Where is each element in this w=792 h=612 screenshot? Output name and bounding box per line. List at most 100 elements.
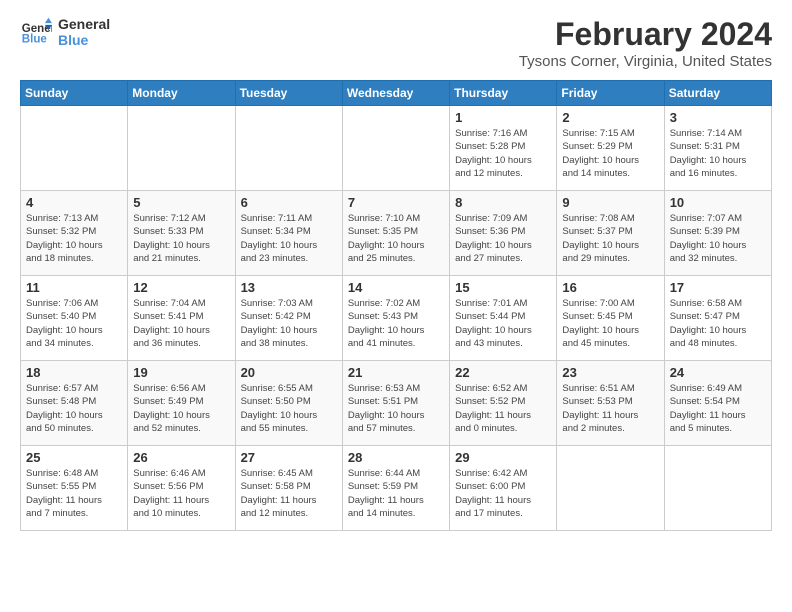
day-number: 9 [562, 195, 658, 210]
day-info: Sunrise: 6:51 AMSunset: 5:53 PMDaylight:… [562, 382, 658, 435]
day-info: Sunrise: 6:56 AMSunset: 5:49 PMDaylight:… [133, 382, 229, 435]
day-info: Sunrise: 7:11 AMSunset: 5:34 PMDaylight:… [241, 212, 337, 265]
day-info: Sunrise: 7:08 AMSunset: 5:37 PMDaylight:… [562, 212, 658, 265]
weekday-header-monday: Monday [128, 81, 235, 106]
day-info: Sunrise: 7:00 AMSunset: 5:45 PMDaylight:… [562, 297, 658, 350]
main-title: February 2024 [519, 16, 772, 53]
day-number: 8 [455, 195, 551, 210]
calendar-cell: 10Sunrise: 7:07 AMSunset: 5:39 PMDayligh… [664, 191, 771, 276]
calendar-body: 1Sunrise: 7:16 AMSunset: 5:28 PMDaylight… [21, 106, 772, 531]
calendar-cell: 4 Sunrise: 7:13 AMSunset: 5:32 PMDaylight… [21, 191, 128, 276]
day-number: 25 [26, 450, 122, 465]
day-info: Sunrise: 7:06 AMSunset: 5:40 PMDaylight:… [26, 297, 122, 350]
day-info: Sunrise: 6:46 AMSunset: 5:56 PMDaylight:… [133, 467, 229, 520]
calendar-cell: 15 Sunrise: 7:01 AMSunset: 5:44 PMDayligh… [450, 276, 557, 361]
logo-blue: Blue [58, 32, 110, 48]
day-info: Sunrise: 7:03 AMSunset: 5:42 PMDaylight:… [241, 297, 337, 350]
day-info: Sunrise: 7:02 AMSunset: 5:43 PMDaylight:… [348, 297, 444, 350]
day-number: 24 [670, 365, 766, 380]
weekday-header-tuesday: Tuesday [235, 81, 342, 106]
logo-icon: General Blue [20, 16, 52, 48]
day-info: Sunrise: 7:14 AMSunset: 5:31 PMDaylight:… [670, 127, 766, 180]
calendar-cell: 26 Sunrise: 6:46 AMSunset: 5:56 PMDayligh… [128, 446, 235, 531]
calendar-cell: 14 Sunrise: 7:02 AMSunset: 5:43 PMDayligh… [342, 276, 449, 361]
day-number: 16 [562, 280, 658, 295]
calendar-cell: 17 Sunrise: 6:58 AMSunset: 5:47 PMDayligh… [664, 276, 771, 361]
day-number: 28 [348, 450, 444, 465]
day-number: 2 [562, 110, 658, 125]
day-number: 17 [670, 280, 766, 295]
day-info: Sunrise: 7:01 AMSunset: 5:44 PMDaylight:… [455, 297, 551, 350]
calendar-cell: 23 Sunrise: 6:51 AMSunset: 5:53 PMDayligh… [557, 361, 664, 446]
calendar-cell: 6Sunrise: 7:11 AMSunset: 5:34 PMDaylight… [235, 191, 342, 276]
calendar-cell [21, 106, 128, 191]
day-info: Sunrise: 6:53 AMSunset: 5:51 PMDaylight:… [348, 382, 444, 435]
calendar-cell: 20 Sunrise: 6:55 AMSunset: 5:50 PMDayligh… [235, 361, 342, 446]
day-info: Sunrise: 6:52 AMSunset: 5:52 PMDaylight:… [455, 382, 551, 435]
calendar-cell: 25 Sunrise: 6:48 AMSunset: 5:55 PMDayligh… [21, 446, 128, 531]
day-number: 15 [455, 280, 551, 295]
subtitle: Tysons Corner, Virginia, United States [519, 53, 772, 70]
logo: General Blue General Blue [20, 16, 110, 48]
day-number: 26 [133, 450, 229, 465]
day-number: 23 [562, 365, 658, 380]
header: General Blue General Blue February 2024 … [20, 16, 772, 70]
day-info: Sunrise: 6:58 AMSunset: 5:47 PMDaylight:… [670, 297, 766, 350]
calendar-cell [235, 106, 342, 191]
weekday-header-wednesday: Wednesday [342, 81, 449, 106]
week-row-0: 1Sunrise: 7:16 AMSunset: 5:28 PMDaylight… [21, 106, 772, 191]
calendar-cell: 21 Sunrise: 6:53 AMSunset: 5:51 PMDayligh… [342, 361, 449, 446]
calendar-cell [128, 106, 235, 191]
calendar-cell: 16 Sunrise: 7:00 AMSunset: 5:45 PMDayligh… [557, 276, 664, 361]
calendar-cell: 11Sunrise: 7:06 AMSunset: 5:40 PMDayligh… [21, 276, 128, 361]
weekday-header-row: SundayMondayTuesdayWednesdayThursdayFrid… [21, 81, 772, 106]
day-info: Sunrise: 7:09 AMSunset: 5:36 PMDaylight:… [455, 212, 551, 265]
calendar-cell: 24Sunrise: 6:49 AMSunset: 5:54 PMDayligh… [664, 361, 771, 446]
calendar-cell: 1Sunrise: 7:16 AMSunset: 5:28 PMDaylight… [450, 106, 557, 191]
day-number: 18 [26, 365, 122, 380]
week-row-3: 18 Sunrise: 6:57 AMSunset: 5:48 PMDayligh… [21, 361, 772, 446]
day-info: Sunrise: 7:12 AMSunset: 5:33 PMDaylight:… [133, 212, 229, 265]
calendar-cell: 29 Sunrise: 6:42 AMSunset: 6:00 PMDayligh… [450, 446, 557, 531]
calendar-cell [664, 446, 771, 531]
calendar-cell: 22 Sunrise: 6:52 AMSunset: 5:52 PMDayligh… [450, 361, 557, 446]
weekday-header-sunday: Sunday [21, 81, 128, 106]
calendar-table: SundayMondayTuesdayWednesdayThursdayFrid… [20, 80, 772, 531]
day-number: 27 [241, 450, 337, 465]
week-row-2: 11Sunrise: 7:06 AMSunset: 5:40 PMDayligh… [21, 276, 772, 361]
day-number: 1 [455, 110, 551, 125]
calendar-cell [557, 446, 664, 531]
day-number: 5 [133, 195, 229, 210]
weekday-header-saturday: Saturday [664, 81, 771, 106]
calendar-cell: 12Sunrise: 7:04 AMSunset: 5:41 PMDayligh… [128, 276, 235, 361]
day-info: Sunrise: 7:10 AMSunset: 5:35 PMDaylight:… [348, 212, 444, 265]
calendar-cell: 2 Sunrise: 7:15 AMSunset: 5:29 PMDaylight… [557, 106, 664, 191]
day-number: 14 [348, 280, 444, 295]
day-number: 22 [455, 365, 551, 380]
day-number: 29 [455, 450, 551, 465]
title-area: February 2024 Tysons Corner, Virginia, U… [519, 16, 772, 70]
calendar-cell: 27Sunrise: 6:45 AMSunset: 5:58 PMDayligh… [235, 446, 342, 531]
calendar-cell: 9 Sunrise: 7:08 AMSunset: 5:37 PMDaylight… [557, 191, 664, 276]
day-info: Sunrise: 7:15 AMSunset: 5:29 PMDaylight:… [562, 127, 658, 180]
day-number: 21 [348, 365, 444, 380]
day-info: Sunrise: 6:44 AMSunset: 5:59 PMDaylight:… [348, 467, 444, 520]
day-number: 3 [670, 110, 766, 125]
calendar-cell: 28 Sunrise: 6:44 AMSunset: 5:59 PMDayligh… [342, 446, 449, 531]
day-info: Sunrise: 6:57 AMSunset: 5:48 PMDaylight:… [26, 382, 122, 435]
day-info: Sunrise: 7:13 AMSunset: 5:32 PMDaylight:… [26, 212, 122, 265]
week-row-1: 4 Sunrise: 7:13 AMSunset: 5:32 PMDaylight… [21, 191, 772, 276]
weekday-header-friday: Friday [557, 81, 664, 106]
calendar-cell: 3 Sunrise: 7:14 AMSunset: 5:31 PMDaylight… [664, 106, 771, 191]
svg-text:Blue: Blue [22, 34, 48, 46]
day-info: Sunrise: 7:07 AMSunset: 5:39 PMDaylight:… [670, 212, 766, 265]
day-info: Sunrise: 6:42 AMSunset: 6:00 PMDaylight:… [455, 467, 551, 520]
calendar-cell: 13 Sunrise: 7:03 AMSunset: 5:42 PMDayligh… [235, 276, 342, 361]
day-number: 13 [241, 280, 337, 295]
day-info: Sunrise: 7:04 AMSunset: 5:41 PMDaylight:… [133, 297, 229, 350]
day-info: Sunrise: 6:55 AMSunset: 5:50 PMDaylight:… [241, 382, 337, 435]
day-number: 20 [241, 365, 337, 380]
day-info: Sunrise: 6:48 AMSunset: 5:55 PMDaylight:… [26, 467, 122, 520]
calendar-cell: 18 Sunrise: 6:57 AMSunset: 5:48 PMDayligh… [21, 361, 128, 446]
day-number: 4 [26, 195, 122, 210]
